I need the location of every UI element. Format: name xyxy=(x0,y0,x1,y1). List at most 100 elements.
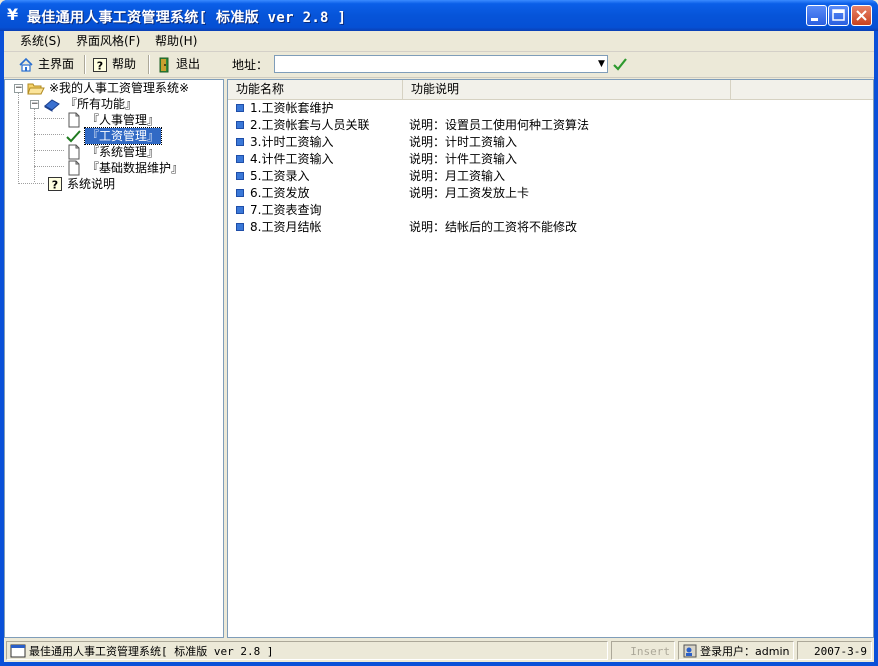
item-desc: 说明：设置员工使用何种工资算法 xyxy=(409,118,590,132)
tree-node-all-functions[interactable]: − 『所有功能』 xyxy=(5,96,223,112)
menu-help[interactable]: 帮助(H) xyxy=(149,33,203,49)
tree-label-hr: 『人事管理』 xyxy=(87,113,160,127)
minimize-button[interactable] xyxy=(806,5,827,26)
help-icon: ? xyxy=(93,58,107,73)
minimize-icon xyxy=(811,18,818,21)
item-name: 8.工资月结帐 xyxy=(250,220,322,234)
item-name: 1.工资帐套维护 xyxy=(250,101,334,115)
close-icon xyxy=(856,10,867,21)
tree-label-basic-data: 『基础数据维护』 xyxy=(87,161,184,175)
item-bullet-icon xyxy=(236,121,244,129)
column-header-desc[interactable]: 功能说明 xyxy=(403,80,731,99)
menu-bar: 系统(S) 界面风格(F) 帮助(H) xyxy=(4,31,874,52)
item-name: 4.计件工资输入 xyxy=(250,152,334,166)
list-item[interactable]: 7.工资表查询 xyxy=(228,202,873,219)
list-item[interactable]: 2.工资帐套与人员关联 说明：设置员工使用何种工资算法 xyxy=(228,117,873,134)
item-name: 5.工资录入 xyxy=(250,169,310,183)
item-bullet-icon xyxy=(236,155,244,163)
status-app-title-text: 最佳通用人事工资管理系统[ 标准版 ver 2.8 ] xyxy=(29,645,274,658)
help-icon: ? xyxy=(48,177,62,192)
exit-label: 退出 xyxy=(176,57,201,71)
home-label: 主界面 xyxy=(38,57,75,71)
menu-ui-style[interactable]: 界面风格(F) xyxy=(70,33,146,49)
yen-app-icon: ¥ xyxy=(7,5,19,24)
item-name: 7.工资表查询 xyxy=(250,203,322,217)
open-folder-icon xyxy=(27,83,45,95)
app-window: ¥ 最佳通用人事工资管理系统[ 标准版 ver 2.8 ] 系统(S) 界面风格… xyxy=(0,0,878,666)
toolbar-separator xyxy=(84,55,86,74)
item-bullet-icon xyxy=(236,206,244,214)
tree-label-system-help: 系统说明 xyxy=(67,177,116,191)
tree-node-payroll[interactable]: 『工资管理』 xyxy=(5,127,223,145)
item-bullet-icon xyxy=(236,138,244,146)
column-header-name[interactable]: 功能名称 xyxy=(228,80,403,99)
item-bullet-icon xyxy=(236,223,244,231)
tree-node-system[interactable]: 『系统管理』 xyxy=(5,144,223,160)
client-area: 系统(S) 界面风格(F) 帮助(H) 主界面 ? 帮助 退出 地址： ▼ − … xyxy=(4,31,874,662)
close-button[interactable] xyxy=(851,5,872,26)
address-input[interactable] xyxy=(274,55,608,73)
home-button[interactable]: 主界面 xyxy=(18,54,78,75)
checkmark-go-icon[interactable] xyxy=(612,55,628,73)
maximize-button[interactable] xyxy=(828,5,849,26)
window-icon xyxy=(10,644,26,658)
status-bar: 最佳通用人事工资管理系统[ 标准版 ver 2.8 ] Insert 登录用户：… xyxy=(4,639,874,662)
status-user: 登录用户：admin xyxy=(678,641,794,660)
title-bar[interactable]: ¥ 最佳通用人事工资管理系统[ 标准版 ver 2.8 ] xyxy=(0,0,878,31)
collapse-icon[interactable]: − xyxy=(30,100,39,109)
home-icon xyxy=(19,57,33,72)
tree-label-root: ※我的人事工资管理系统※ xyxy=(49,81,190,95)
item-name: 6.工资发放 xyxy=(250,186,310,200)
document-icon xyxy=(68,112,80,128)
document-icon xyxy=(68,160,80,176)
chevron-down-icon[interactable]: ▼ xyxy=(595,55,608,73)
books-icon xyxy=(44,99,60,112)
tree-node-basic-data[interactable]: 『基础数据维护』 xyxy=(5,160,223,176)
item-desc: 说明：月工资输入 xyxy=(409,169,506,183)
exit-door-icon xyxy=(159,57,169,73)
item-name: 2.工资帐套与人员关联 xyxy=(250,118,370,132)
item-bullet-icon xyxy=(236,189,244,197)
tree-label-system: 『系统管理』 xyxy=(87,145,160,159)
window-title: 最佳通用人事工资管理系统[ 标准版 ver 2.8 ] xyxy=(27,10,347,26)
tree-node-root[interactable]: − ※我的人事工资管理系统※ xyxy=(5,80,223,96)
list-item[interactable]: 6.工资发放 说明：月工资发放上卡 xyxy=(228,185,873,202)
item-desc: 说明：月工资发放上卡 xyxy=(409,186,530,200)
tree-label-all-functions: 『所有功能』 xyxy=(65,97,138,111)
item-desc: 说明：计件工资输入 xyxy=(409,152,518,166)
function-tree[interactable]: − ※我的人事工资管理系统※ − 『所有功能』 『人事管理』 『工资管理』 『系… xyxy=(4,79,224,638)
maximize-icon xyxy=(832,9,845,21)
checkmark-icon xyxy=(66,130,81,143)
status-insert: Insert xyxy=(611,641,675,660)
toolbar: 主界面 ? 帮助 退出 地址： ▼ xyxy=(4,52,874,78)
menu-system[interactable]: 系统(S) xyxy=(14,33,67,49)
status-user-text: 登录用户：admin xyxy=(700,645,790,658)
address-label: 地址： xyxy=(232,58,269,72)
svg-text:?: ? xyxy=(97,60,103,73)
exit-button[interactable]: 退出 xyxy=(156,54,206,75)
status-date: 2007-3-9 xyxy=(797,641,872,660)
help-label: 帮助 xyxy=(112,57,137,71)
item-bullet-icon xyxy=(236,104,244,112)
function-list[interactable]: 功能名称 功能说明 1.工资帐套维护 2.工资帐套与人员关联 说明：设置员工使用… xyxy=(227,79,874,638)
list-item[interactable]: 3.计时工资输入 说明：计时工资输入 xyxy=(228,134,873,151)
toolbar-separator xyxy=(148,55,150,74)
help-button[interactable]: ? 帮助 xyxy=(92,54,142,75)
list-item[interactable]: 1.工资帐套维护 xyxy=(228,100,873,117)
collapse-icon[interactable]: − xyxy=(14,84,23,93)
document-icon xyxy=(68,144,80,160)
user-icon xyxy=(683,644,697,658)
list-item[interactable]: 5.工资录入 说明：月工资输入 xyxy=(228,168,873,185)
item-desc: 说明：结帐后的工资将不能修改 xyxy=(409,220,578,234)
item-bullet-icon xyxy=(236,172,244,180)
list-item[interactable]: 8.工资月结帐 说明：结帐后的工资将不能修改 xyxy=(228,219,873,236)
tree-node-system-help[interactable]: ? 系统说明 xyxy=(5,176,223,192)
list-item[interactable]: 4.计件工资输入 说明：计件工资输入 xyxy=(228,151,873,168)
tree-node-hr[interactable]: 『人事管理』 xyxy=(5,112,223,128)
tree-label-payroll: 『工资管理』 xyxy=(83,127,163,145)
item-name: 3.计时工资输入 xyxy=(250,135,334,149)
list-header: 功能名称 功能说明 xyxy=(228,80,873,100)
svg-text:?: ? xyxy=(52,179,58,192)
status-app-title: 最佳通用人事工资管理系统[ 标准版 ver 2.8 ] xyxy=(6,641,608,660)
item-desc: 说明：计时工资输入 xyxy=(409,135,518,149)
